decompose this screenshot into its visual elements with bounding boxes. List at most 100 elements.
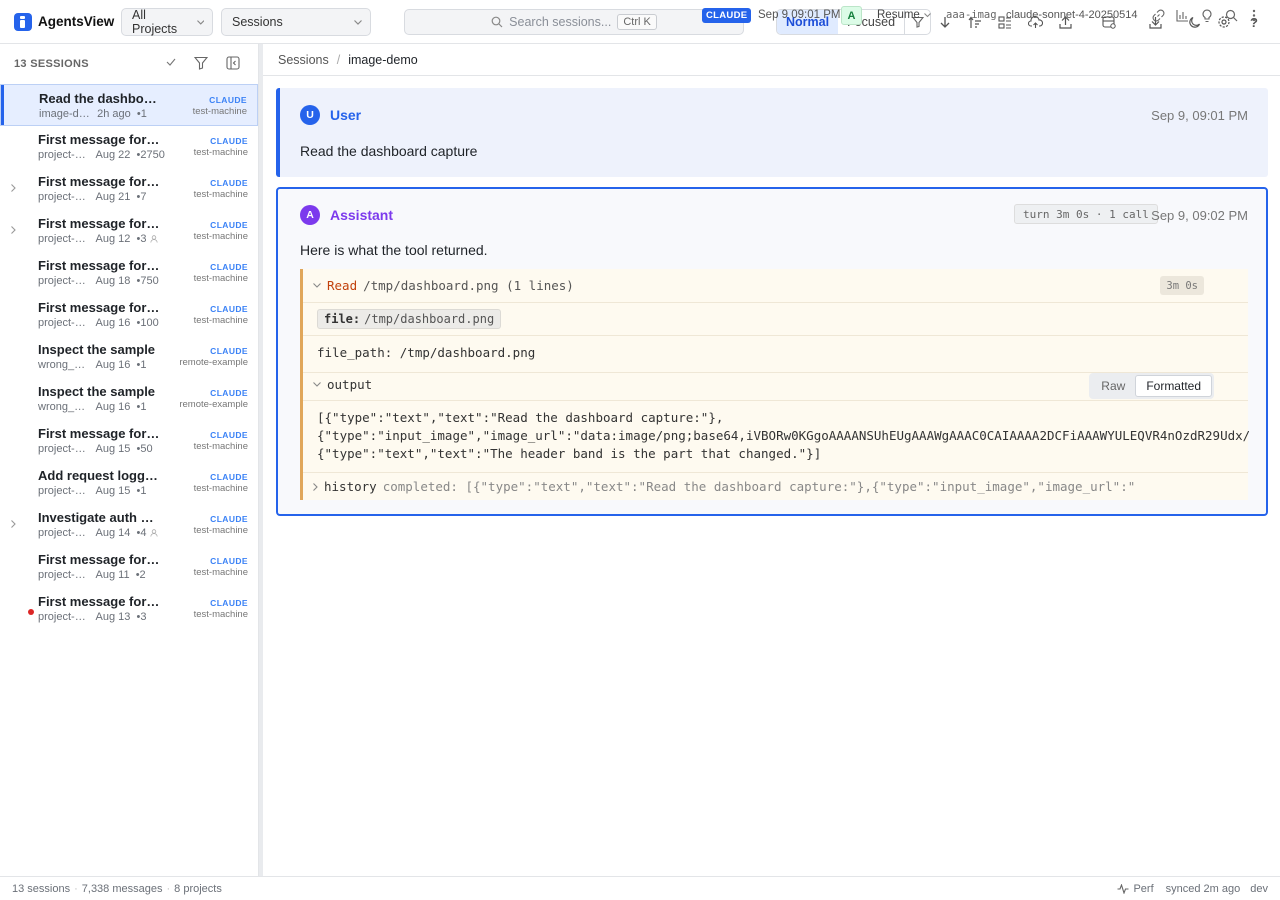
turn-badge: turn 3m 0s · 1 call [1014, 204, 1158, 224]
collapse-sidebar-button[interactable] [226, 56, 240, 70]
logo-icon [14, 12, 32, 31]
session-row[interactable]: First message for project project-beta Au… [0, 168, 258, 210]
search-input[interactable]: Search sessions... Ctrl K [404, 9, 744, 35]
session-row[interactable]: First message for project project-alpha A… [0, 546, 258, 588]
view-select-value: Sessions [232, 15, 283, 29]
session-row[interactable]: First message for project project-gamma A… [0, 252, 258, 294]
session-message-count: •2 [135, 569, 146, 581]
session-date: Aug 15 [95, 485, 131, 497]
perf-button[interactable]: Perf [1117, 883, 1154, 895]
session-date: Aug 15 [95, 443, 131, 455]
session-row[interactable]: First message for project project-alpha A… [0, 126, 258, 168]
session-title: First message for project [38, 426, 160, 441]
user-message-time: Sep 9, 09:01 PM [1151, 108, 1248, 123]
session-date: Aug 16 [95, 401, 131, 413]
chevron-right-icon [313, 482, 318, 491]
tool-call-header[interactable]: Read /tmp/dashboard.png (1 lines) [313, 278, 574, 293]
tool-summary: /tmp/dashboard.png (1 lines) [363, 278, 574, 293]
find-button[interactable] [1225, 9, 1238, 22]
user-icon [149, 529, 158, 537]
analytics-button[interactable] [1176, 9, 1189, 22]
app-logo[interactable]: AgentsView [14, 12, 122, 31]
unread-dot [28, 609, 34, 615]
view-select[interactable]: Sessions [221, 8, 371, 36]
session-row[interactable]: Inspect the sample wrong_branch Aug 16 •1… [0, 336, 258, 378]
session-date: Aug 13 [95, 611, 131, 623]
copy-link-button[interactable] [1152, 9, 1165, 22]
session-message-count: •4 [136, 527, 147, 539]
assistant-message-text: Here is what the tool returned. [300, 242, 488, 258]
session-row[interactable]: First message for project project-beta Au… [0, 588, 258, 630]
breadcrumb-sessions[interactable]: Sessions [278, 53, 329, 67]
output-section-header[interactable]: output [313, 377, 372, 392]
session-message-count: •7 [136, 191, 147, 203]
session-meta: project-alpha Aug 14 •4 [38, 527, 158, 539]
session-project: project-alpha [38, 233, 90, 245]
session-row[interactable]: Inspect the sample wrong_branch Aug 16 •1… [0, 378, 258, 420]
session-agent-badge: CLAUDE [209, 95, 247, 105]
session-machine: test-machine [193, 525, 248, 536]
session-date: Aug 12 [95, 233, 131, 245]
chevron-down-icon [196, 19, 204, 25]
chevron-right-icon[interactable] [11, 184, 16, 192]
status-messages: 7,338 messages [81, 882, 163, 895]
session-machine: remote-example [179, 357, 248, 368]
session-meta: project-edits Aug 15 •1 [38, 485, 146, 497]
chevron-down-icon [313, 283, 321, 288]
session-machine: remote-example [179, 399, 248, 410]
sidebar-resize-handle[interactable] [259, 44, 263, 876]
session-title: Investigate auth middleware [38, 510, 160, 525]
session-row[interactable]: First message for project project-beta Au… [0, 420, 258, 462]
session-project: project-edits [38, 485, 90, 497]
session-title: First message for project [38, 216, 160, 231]
session-message-count: •100 [136, 317, 159, 329]
env-label: dev [1250, 882, 1268, 895]
session-title: Inspect the sample [38, 342, 156, 357]
check-icon [166, 58, 176, 66]
tool-output-text: [{"type":"text","text":"Read the dashboa… [317, 410, 1249, 461]
chevron-right-icon[interactable] [11, 520, 16, 528]
chevron-down-icon [923, 12, 931, 17]
session-meta: project-alpha Aug 11 •2 [38, 569, 146, 581]
more-options-button[interactable] [1252, 9, 1256, 22]
session-row[interactable]: Read the dashboard capture image-demo 2h … [0, 84, 258, 126]
session-row[interactable]: First message for project project-gamma A… [0, 294, 258, 336]
select-all-button[interactable] [165, 56, 177, 68]
project-select[interactable]: All Projects [121, 8, 213, 36]
session-sidebar: 13 SESSIONS Read the dashboard capture im… [0, 44, 259, 876]
session-row[interactable]: Investigate auth middleware project-alpha… [0, 504, 258, 546]
user-role-label: User [330, 107, 362, 123]
sidebar-filter-button[interactable] [194, 56, 208, 70]
resume-button[interactable]: Resume [877, 9, 931, 21]
session-project: project-gamma [38, 275, 90, 287]
session-row[interactable]: First message for project project-alpha A… [0, 210, 258, 252]
insights-button[interactable] [1201, 9, 1213, 23]
formatted-view-button[interactable]: Formatted [1135, 375, 1212, 397]
session-meta: image-demo 2h ago •1 [39, 108, 147, 120]
session-meta: wrong_branch Aug 16 •1 [38, 359, 146, 371]
session-project: project-beta [38, 191, 90, 203]
file-chip-value: /tmp/dashboard.png [364, 312, 495, 326]
session-project: project-gamma [38, 317, 90, 329]
session-list: Read the dashboard capture image-demo 2h … [0, 84, 258, 630]
session-agent-badge: CLAUDE [210, 472, 248, 482]
chevron-right-icon[interactable] [11, 226, 16, 234]
history-section[interactable]: history completed: [{"type":"text","text… [313, 479, 1243, 494]
session-meta: project-gamma Aug 16 •100 [38, 317, 159, 329]
session-row[interactable]: Add request logging project-edits Aug 15 … [0, 462, 258, 504]
file-chip[interactable]: file:/tmp/dashboard.png [317, 309, 502, 329]
file-chip-key: file: [324, 312, 361, 326]
status-separator: · [74, 882, 78, 895]
session-agent-badge: CLAUDE [210, 556, 248, 566]
session-machine: test-machine [192, 106, 247, 117]
session-meta: project-beta Aug 21 •7 [38, 191, 146, 203]
session-header: Sessions / image-demo [263, 44, 1280, 76]
raw-view-button[interactable]: Raw [1091, 375, 1135, 397]
user-message-text: Read the dashboard capture [300, 143, 478, 159]
session-project: project-alpha [38, 527, 90, 539]
session-message-count: •3 [136, 233, 147, 245]
session-machine: test-machine [193, 483, 248, 494]
project-select-value: All Projects [132, 8, 178, 36]
session-message-count: •1 [136, 485, 147, 497]
session-agent-badge: CLAUDE [210, 388, 248, 398]
